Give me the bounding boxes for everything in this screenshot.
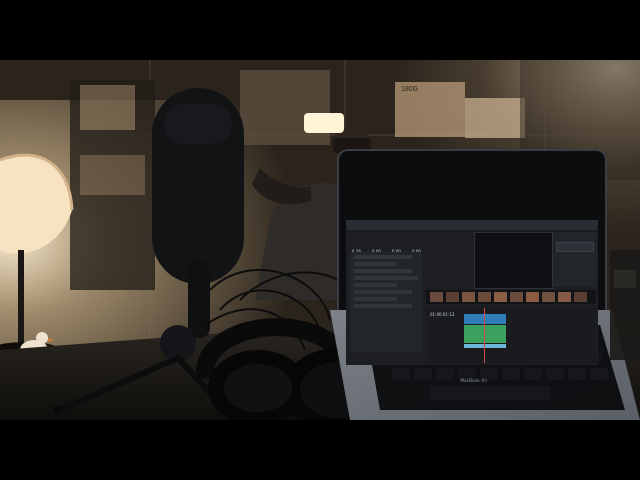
- editor-left-panel: [350, 252, 422, 352]
- filmstrip-thumb: [446, 292, 459, 302]
- filmstrip-thumb: [558, 292, 571, 302]
- photo-scene: 180G 01:00:01:13 MacBook Air: [0, 60, 640, 420]
- panel-row: [354, 269, 412, 273]
- filmstrip-thumb: [542, 292, 555, 302]
- box-label-text: 180G: [401, 86, 418, 93]
- right-desk-objects: [610, 250, 640, 360]
- laptop-brand-text: MacBook Air: [460, 378, 488, 383]
- filmstrip-thumb: [574, 292, 587, 302]
- editor-inspector: [552, 232, 597, 287]
- filmstrip-thumb: [478, 292, 491, 302]
- timeline-video-clip: [464, 314, 506, 324]
- panel-row: [354, 262, 398, 266]
- timeline-audio-clip: [464, 325, 506, 343]
- editor-top-bar: [346, 220, 598, 230]
- timeline-waveform: [464, 344, 506, 348]
- panel-row: [354, 283, 398, 287]
- laptop-screen: 6.26 6.00 6.00 0.00: [346, 220, 598, 365]
- letterboxed-photo: 180G 01:00:01:13 MacBook Air: [0, 0, 640, 480]
- filmstrip-thumb: [494, 292, 507, 302]
- inspector-field: [556, 242, 594, 252]
- panel-row: [354, 255, 412, 259]
- panel-row: [354, 276, 418, 280]
- filmstrip-thumb: [430, 292, 443, 302]
- filmstrip-thumb: [462, 292, 475, 302]
- editor-filmstrip: [426, 290, 596, 304]
- panel-row: [354, 290, 412, 294]
- editor-timeline: 01:00:01:13: [426, 308, 596, 363]
- filmstrip-thumb: [510, 292, 523, 302]
- panel-row: [354, 297, 398, 301]
- filmstrip-thumb: [526, 292, 539, 302]
- editor-preview-viewer: [474, 232, 554, 289]
- timeline-playhead: [484, 308, 485, 363]
- timeline-timecode: 01:00:01:13: [430, 312, 455, 317]
- panel-row: [354, 304, 412, 308]
- phone-glare: [304, 113, 344, 133]
